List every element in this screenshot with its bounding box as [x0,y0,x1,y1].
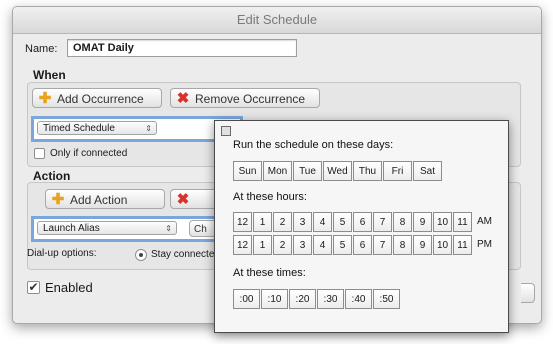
am-hour-button[interactable]: 5 [333,212,352,232]
when-heading: When [33,68,66,82]
schedule-type-value: Timed Schedule [43,123,115,134]
remove-icon: ✖ [176,191,190,208]
choose-button-label: Ch [194,224,207,235]
only-if-connected-checkbox[interactable] [34,148,45,159]
minute-button[interactable]: :50 [373,289,400,309]
add-action-button[interactable]: ✚ Add Action [45,189,165,209]
am-label: AM [477,216,492,227]
pm-hour-button[interactable]: 1 [253,235,272,255]
close-icon[interactable] [221,126,231,136]
pm-hour-button[interactable]: 9 [413,235,432,255]
pm-hour-button[interactable]: 12 [233,235,252,255]
add-occurrence-label: Add Occurrence [57,92,144,106]
name-field[interactable]: OMAT Daily [67,39,297,57]
minute-button[interactable]: :30 [317,289,344,309]
enabled-checkbox[interactable]: ✔ [27,281,40,294]
add-occurrence-button[interactable]: ✚ Add Occurrence [32,88,162,108]
pm-hour-button[interactable]: 4 [313,235,332,255]
popup-arrows-icon: ⇕ [145,124,152,133]
pm-hour-button[interactable]: 8 [393,235,412,255]
am-hour-button[interactable]: 9 [413,212,432,232]
window-title: Edit Schedule [13,7,541,34]
day-button[interactable]: Thu [353,161,382,181]
action-type-popup[interactable]: Launch Alias ⇕ [37,221,177,235]
day-button[interactable]: Mon [263,161,292,181]
day-button[interactable]: Tue [293,161,322,181]
day-button[interactable]: Wed [323,161,352,181]
pm-label: PM [477,239,492,250]
am-hour-button[interactable]: 12 [233,212,252,232]
day-button[interactable]: Fri [383,161,412,181]
am-hour-button[interactable]: 2 [273,212,292,232]
pm-hour-button[interactable]: 11 [453,235,472,255]
days-heading: Run the schedule on these days: [233,139,394,151]
name-label: Name: [25,43,58,55]
popup-arrows-icon: ⇕ [165,224,172,233]
schedule-popover: Run the schedule on these days: Sun Mon … [214,120,509,333]
action-heading: Action [33,169,71,183]
checkmark-icon: ✔ [28,280,39,294]
enabled-label: Enabled [45,280,93,295]
plus-icon: ✚ [51,191,65,208]
only-if-connected-label: Only if connected [50,148,128,159]
minute-button[interactable]: :40 [345,289,372,309]
am-hour-button[interactable]: 3 [293,212,312,232]
plus-icon: ✚ [38,90,52,107]
am-hour-button[interactable]: 6 [353,212,372,232]
ok-button[interactable] [521,283,535,303]
pm-hour-button[interactable]: 5 [333,235,352,255]
remove-occurrence-label: Remove Occurrence [195,92,306,106]
pm-hour-button[interactable]: 3 [293,235,312,255]
pm-hour-button[interactable]: 7 [373,235,392,255]
am-hour-button[interactable]: 7 [373,212,392,232]
pm-hour-button[interactable]: 10 [433,235,452,255]
minute-button[interactable]: :10 [261,289,288,309]
remove-action-button[interactable]: ✖ [170,189,220,209]
action-type-value: Launch Alias [43,223,100,234]
am-hour-button[interactable]: 10 [433,212,452,232]
dialup-options-label: Dial-up options: [27,248,97,259]
pm-hour-button[interactable]: 6 [353,235,372,255]
day-button[interactable]: Sat [413,161,442,181]
am-hour-button[interactable]: 4 [313,212,332,232]
pm-hour-button[interactable]: 2 [273,235,292,255]
am-hour-button[interactable]: 1 [253,212,272,232]
minute-button[interactable]: :20 [289,289,316,309]
am-hour-button[interactable]: 8 [393,212,412,232]
day-button[interactable]: Sun [233,161,262,181]
schedule-type-popup[interactable]: Timed Schedule ⇕ [37,121,157,135]
times-heading: At these times: [233,267,306,279]
am-hour-button[interactable]: 11 [453,212,472,232]
stay-connected-radio[interactable] [135,249,147,261]
minute-button[interactable]: :00 [233,289,260,309]
hours-heading: At these hours: [233,191,307,203]
remove-occurrence-button[interactable]: ✖ Remove Occurrence [170,88,320,108]
remove-icon: ✖ [176,90,190,107]
stay-connected-label: Stay connected [151,249,220,260]
add-action-label: Add Action [70,193,128,207]
